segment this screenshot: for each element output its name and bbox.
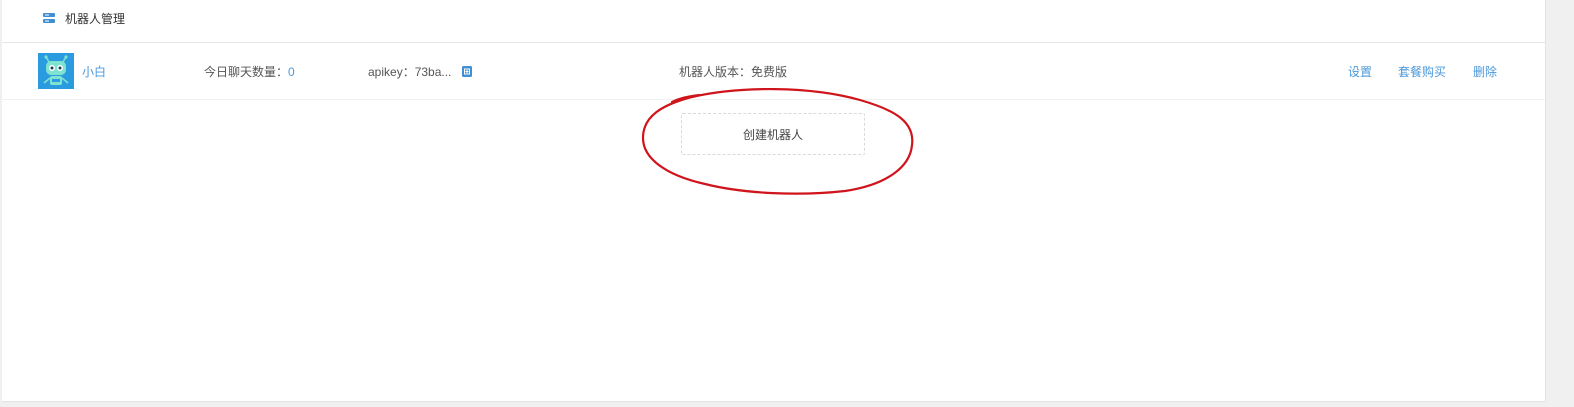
create-robot-label: 创建机器人 <box>742 127 803 142</box>
create-robot-button[interactable]: 创建机器人 <box>681 113 865 155</box>
server-icon <box>43 13 55 23</box>
robot-avatar[interactable] <box>38 53 74 89</box>
chat-count-label: 今日聊天数量： <box>204 65 289 79</box>
robot-name-link[interactable]: 小白 <box>82 64 106 80</box>
settings-link[interactable]: 设置 <box>1348 64 1372 80</box>
delete-link[interactable]: 删除 <box>1473 64 1497 80</box>
robot-avatar-icon <box>38 53 74 89</box>
robot-management-panel: 机器人管理 小白 今日聊天数量：0 apikey：73ba... 机器人版本：免… <box>2 0 1546 402</box>
package-purchase-link[interactable]: 套餐购买 <box>1398 64 1446 80</box>
robot-version: 机器人版本：免费版 <box>679 65 788 79</box>
copy-icon[interactable] <box>462 66 472 77</box>
chat-count-value: 0 <box>288 65 295 79</box>
apikey-text: apikey：73ba... <box>368 65 452 79</box>
chat-count-info: 今日聊天数量：0 <box>204 64 295 80</box>
robot-row: 小白 今日聊天数量：0 apikey：73ba... 机器人版本：免费版 设置 … <box>2 43 1545 100</box>
page-title: 机器人管理 <box>65 12 126 26</box>
panel-header: 机器人管理 <box>2 0 1545 43</box>
